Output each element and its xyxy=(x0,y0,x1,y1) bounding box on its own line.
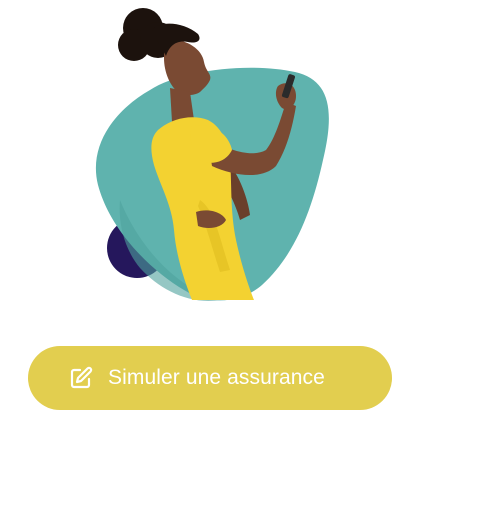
simulate-insurance-label: Simuler une assurance xyxy=(108,366,325,389)
hero-illustration xyxy=(80,0,340,310)
edit-icon xyxy=(68,365,94,391)
simulate-insurance-button[interactable]: Simuler une assurance xyxy=(28,346,392,410)
